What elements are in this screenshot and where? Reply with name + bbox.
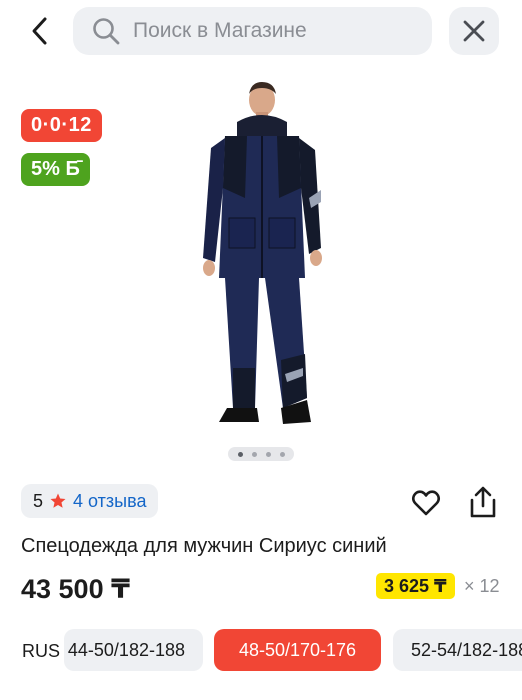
search-bar[interactable] — [73, 7, 432, 55]
search-icon — [91, 16, 121, 46]
gallery-dot[interactable] — [279, 451, 285, 457]
search-input[interactable] — [133, 19, 403, 43]
rating-score: 5 — [33, 490, 44, 511]
reviews-link[interactable]: 4 отзыва — [73, 491, 146, 512]
close-icon — [463, 20, 485, 42]
installment-badge: 0·0·12 — [21, 109, 102, 142]
size-system-label[interactable]: RUS — [22, 641, 60, 662]
size-option-selected[interactable]: 48-50/170-176 — [214, 629, 381, 671]
back-button[interactable] — [22, 10, 58, 52]
close-button[interactable] — [449, 7, 499, 55]
favorite-button[interactable] — [409, 486, 443, 520]
product-photo[interactable] — [175, 78, 350, 440]
product-price: 43 500 ₸ — [21, 574, 130, 604]
product-title: Спецодежда для мужчин Сириус синий — [21, 535, 387, 557]
size-selector: RUS 44-50/182-188 48-50/170-176 52-54/18… — [0, 629, 522, 673]
installment-months: × 12 — [464, 576, 500, 596]
star-icon — [50, 493, 66, 508]
share-button[interactable] — [466, 484, 500, 520]
heart-icon — [411, 490, 441, 516]
bonus-badge: 5% Б̄ — [21, 153, 90, 186]
size-option[interactable]: 44-50/182-188 — [64, 629, 203, 671]
gallery-dot[interactable] — [251, 451, 257, 457]
size-option[interactable]: 52-54/182-188 — [393, 629, 522, 671]
top-bar — [0, 0, 522, 62]
gallery-dot[interactable] — [265, 451, 271, 457]
gallery-dot[interactable] — [237, 451, 243, 457]
share-icon — [470, 486, 496, 518]
installment-price[interactable]: 3 625 ₸ — [376, 573, 455, 599]
chevron-left-icon — [32, 17, 47, 45]
rating-pill[interactable]: 5 4 отзыва — [21, 484, 159, 518]
gallery-pagination[interactable] — [228, 447, 294, 461]
